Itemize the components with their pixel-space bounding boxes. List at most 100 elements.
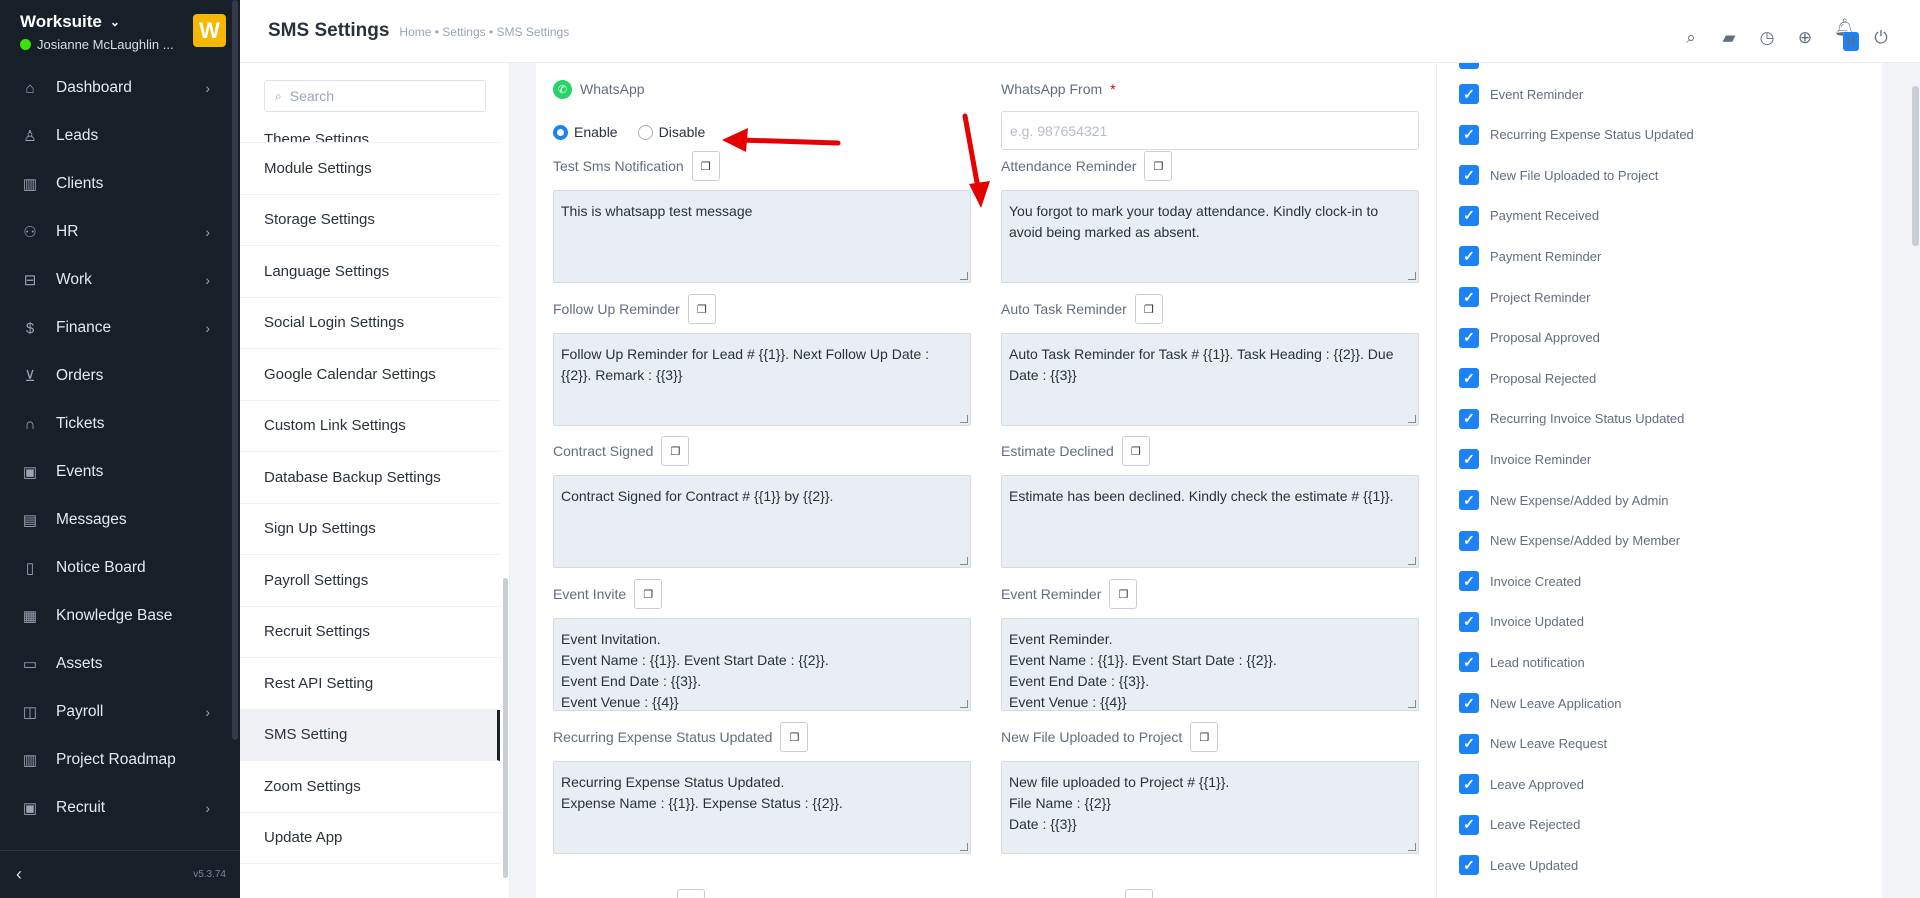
template-textarea[interactable]: Recurring Expense Status Updated. Expens… xyxy=(553,761,971,854)
plus-circle-icon[interactable]: ⊕ xyxy=(1796,28,1814,48)
check-icon[interactable]: ✓ xyxy=(1459,652,1479,673)
check-icon[interactable]: ✓ xyxy=(1459,84,1479,104)
notification-checkbox-item[interactable]: ✓ Payment Reminder xyxy=(1459,246,1601,267)
check-icon[interactable]: ✓ xyxy=(1459,124,1479,145)
template-textarea[interactable]: Event Reminder. Event Name : {{1}}. Even… xyxy=(1001,618,1419,711)
check-icon[interactable]: ✓ xyxy=(1459,571,1479,592)
menu-item-module-settings[interactable]: Module Settings xyxy=(240,143,500,195)
check-icon[interactable]: ✓ xyxy=(1459,774,1479,795)
menu-item-recruit-settings[interactable]: Recruit Settings xyxy=(240,607,500,658)
menu-item-update-app[interactable]: Update App xyxy=(240,813,500,864)
collapse-sidebar-icon[interactable]: ‹ xyxy=(16,864,22,885)
settings-menu-scrollbar[interactable] xyxy=(503,578,508,878)
sidebar-item-knowledge-base[interactable]: ▦ Knowledge Base xyxy=(0,592,232,640)
template-textarea[interactable]: Auto Task Reminder for Task # {{1}}. Tas… xyxy=(1001,333,1419,426)
notification-checkbox-item[interactable]: ✓ Invoice Reminder xyxy=(1459,449,1591,470)
menu-item-rest-api-setting[interactable]: Rest API Setting xyxy=(240,658,500,710)
sidebar-item-assets[interactable]: ▭ Assets xyxy=(0,640,232,688)
menu-item-theme-settings[interactable]: Theme Settings xyxy=(240,128,500,143)
template-textarea[interactable]: This is whatsapp test message xyxy=(553,190,971,283)
check-icon[interactable]: ✓ xyxy=(1459,205,1479,226)
check-icon[interactable]: ✓ xyxy=(1459,530,1479,551)
copy-icon[interactable]: ❐ xyxy=(1134,294,1163,324)
menu-item-database-backup-settings[interactable]: Database Backup Settings xyxy=(240,452,500,504)
sidebar-item-project-roadmap[interactable]: ▥ Project Roadmap xyxy=(0,736,232,784)
sidebar-item-leads[interactable]: ♙ Leads xyxy=(0,112,232,160)
check-icon[interactable]: ✓ xyxy=(1459,693,1479,713)
notification-checkbox-item[interactable]: ✓ Lead notification xyxy=(1459,652,1585,673)
copy-icon[interactable]: ❐ xyxy=(1144,151,1173,181)
clock-icon[interactable]: ◷ xyxy=(1758,28,1776,48)
sidebar-item-tickets[interactable]: ∩ Tickets xyxy=(0,400,232,448)
sidebar-item-orders[interactable]: ⊻ Orders xyxy=(0,352,232,400)
whatsapp-from-input[interactable]: e.g. 987654321 xyxy=(1001,111,1419,150)
notification-checkbox-item[interactable]: ✓ New File Uploaded to Project xyxy=(1459,165,1658,186)
template-textarea[interactable]: Follow Up Reminder for Lead # {{1}}. Nex… xyxy=(553,333,971,426)
sidebar-item-recruit[interactable]: ▣ Recruit › xyxy=(0,784,232,832)
menu-item-sms-setting[interactable]: SMS Setting xyxy=(240,709,500,761)
copy-icon[interactable]: ❐ xyxy=(1121,436,1150,466)
notification-checkbox-item[interactable]: ✓ Leave Updated xyxy=(1459,855,1578,876)
copy-icon[interactable]: ❐ xyxy=(780,722,809,752)
notification-checkbox-item[interactable]: ✓ Proposal Rejected xyxy=(1459,368,1596,389)
check-icon[interactable]: ✓ xyxy=(1459,408,1479,429)
menu-item-storage-settings[interactable]: Storage Settings xyxy=(240,195,500,246)
check-icon[interactable]: ✓ xyxy=(1459,733,1479,754)
notification-checkbox-item[interactable]: ✓ Leave Rejected xyxy=(1459,814,1580,835)
template-textarea[interactable]: You forgot to mark your today attendance… xyxy=(1001,190,1419,283)
check-icon[interactable]: ✓ xyxy=(1459,449,1479,470)
notification-checkbox-item[interactable]: ✓ Recurring Expense Status Updated xyxy=(1459,124,1694,145)
check-icon[interactable]: ✓ xyxy=(1459,611,1479,632)
template-textarea[interactable]: Event Invitation. Event Name : {{1}}. Ev… xyxy=(553,618,971,711)
menu-item-google-calendar-settings[interactable]: Google Calendar Settings xyxy=(240,349,500,401)
sidebar-item-events[interactable]: ▣ Events xyxy=(0,448,232,496)
copy-icon[interactable] xyxy=(1125,889,1153,898)
notification-checkbox-item[interactable]: ✓ New Expense/Added by Admin xyxy=(1459,490,1669,510)
sidebar-item-messages[interactable]: ▤ Messages xyxy=(0,496,232,544)
bell-icon[interactable]: 🔔︎8 xyxy=(1834,18,1859,58)
menu-item-language-settings[interactable]: Language Settings xyxy=(240,246,500,298)
check-icon[interactable]: ✓ xyxy=(1459,287,1479,307)
copy-icon[interactable]: ❐ xyxy=(661,436,690,466)
enable-radio[interactable] xyxy=(553,124,568,140)
settings-search-input[interactable] xyxy=(289,88,470,104)
notification-checkbox-item[interactable]: ✓ New Leave Application xyxy=(1459,693,1622,713)
copy-icon[interactable]: ❐ xyxy=(634,579,663,609)
copy-icon[interactable]: ❐ xyxy=(1190,722,1219,752)
sidebar-item-notice-board[interactable]: ▯ Notice Board xyxy=(0,544,232,592)
search-icon[interactable]: ⌕ xyxy=(1682,28,1700,48)
template-textarea[interactable]: New file uploaded to Project # {{1}}. Fi… xyxy=(1001,761,1419,854)
copy-icon[interactable] xyxy=(677,889,705,898)
sidebar-item-finance[interactable]: $ Finance › xyxy=(0,304,232,352)
check-icon[interactable]: ✓ xyxy=(1459,246,1479,267)
template-textarea[interactable]: Contract Signed for Contract # {{1}} by … xyxy=(553,475,971,568)
notification-checkbox-item[interactable]: ✓ Invoice Created xyxy=(1459,571,1581,592)
notification-checkbox-item[interactable]: ✓ Leave Approved xyxy=(1459,774,1584,795)
menu-item-sign-up-settings[interactable]: Sign Up Settings xyxy=(240,504,500,555)
check-icon[interactable]: ✓ xyxy=(1459,855,1479,876)
check-icon[interactable]: ✓ xyxy=(1459,327,1479,348)
sidebar-item-payroll[interactable]: ◫ Payroll › xyxy=(0,688,232,736)
notification-checkbox-item[interactable]: ✓ New Expense/Added by Member xyxy=(1459,530,1680,551)
sidebar-item-clients[interactable]: ▥ Clients xyxy=(0,160,232,208)
notification-checkbox-item[interactable]: ✓ Project Reminder xyxy=(1459,287,1590,307)
menu-item-zoom-settings[interactable]: Zoom Settings xyxy=(240,761,500,813)
notification-checkbox-item[interactable]: ✓ Proposal Approved xyxy=(1459,327,1600,348)
notification-checkbox-item[interactable]: ✓ New Leave Request xyxy=(1459,733,1607,754)
menu-item-social-login-settings[interactable]: Social Login Settings xyxy=(240,298,500,349)
template-textarea[interactable]: Estimate has been declined. Kindly check… xyxy=(1001,475,1419,568)
sidebar-scrollbar[interactable] xyxy=(232,0,238,740)
notification-checkbox-item[interactable]: ✓ Payment Received xyxy=(1459,205,1599,226)
notification-checkbox-item[interactable]: ✓ Event Reminder xyxy=(1459,84,1583,104)
check-icon[interactable]: ✓ xyxy=(1459,814,1479,835)
check-icon[interactable]: ✓ xyxy=(1459,368,1479,389)
sidebar-item-work[interactable]: ⊟ Work › xyxy=(0,256,232,304)
power-icon[interactable]: ⏻ xyxy=(1872,28,1890,48)
copy-icon[interactable]: ❐ xyxy=(691,151,720,181)
menu-item-payroll-settings[interactable]: Payroll Settings xyxy=(240,555,500,607)
notification-checkbox-partial[interactable]: ✓ xyxy=(1459,63,1479,69)
notification-checkbox-item[interactable]: ✓ Recurring Invoice Status Updated xyxy=(1459,408,1684,429)
check-icon[interactable]: ✓ xyxy=(1459,165,1479,186)
check-icon[interactable]: ✓ xyxy=(1459,490,1479,510)
page-scrollbar[interactable] xyxy=(1912,86,1919,246)
